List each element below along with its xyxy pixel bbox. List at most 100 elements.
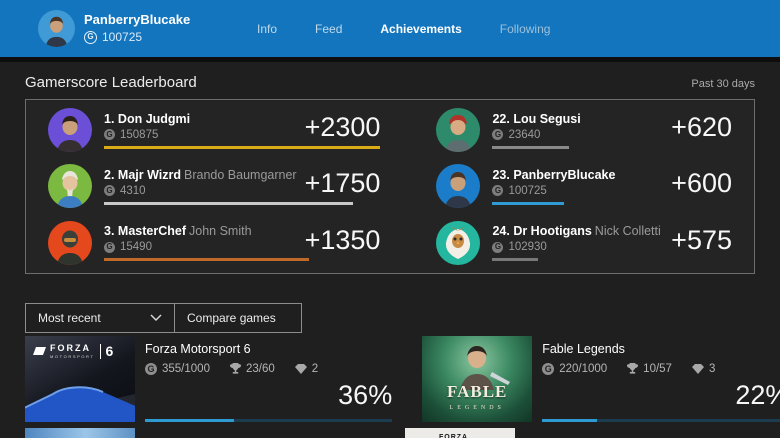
entry-body: 22. Lou Segusi G23640 +620	[492, 112, 732, 149]
gamerscore-icon: G	[104, 185, 115, 196]
entry-text: 1. Don Judgmi G 150875	[104, 112, 193, 141]
game-achievements: 23/60	[246, 363, 275, 375]
player-avatar	[48, 164, 92, 208]
entry-gain: +2300	[297, 115, 381, 141]
avatar-person-icon	[48, 221, 92, 265]
player-avatar	[48, 221, 92, 265]
game-gamerscore: 220/1000	[559, 363, 607, 375]
forza-car-art	[25, 374, 135, 422]
entry-gamertag: Majr Wizrd	[118, 168, 181, 182]
entry-gamerscore: 102930	[508, 241, 546, 253]
tab-feed[interactable]: Feed	[296, 22, 361, 36]
entry-gamerscore: 23640	[508, 129, 540, 141]
entry-rank: 2.	[104, 168, 114, 182]
avatar-person-icon	[48, 164, 92, 208]
tab-following[interactable]: Following	[481, 22, 570, 36]
game-completion-percent: 22%	[735, 383, 780, 409]
tab-info[interactable]: Info	[238, 22, 296, 36]
entry-realname: Nick Colletti	[595, 224, 661, 238]
entry-gain: +1750	[297, 171, 381, 197]
avatar-person-icon	[48, 108, 92, 152]
entry-gamerscore: 150875	[120, 129, 158, 141]
user-gamertag: PanberryBlucake	[84, 13, 190, 27]
sort-dropdown-label: Most recent	[38, 311, 101, 325]
gamerscore-icon: G	[104, 129, 115, 140]
leaderboard-entry-rank3[interactable]: 3. MasterChefJohn Smith G15490 +1350	[48, 221, 380, 265]
profile-user[interactable]: PanberryBlucake G 100725	[38, 10, 190, 47]
leaderboard-entry-rank23[interactable]: 23. PanberryBlucake G100725 +600	[436, 164, 732, 208]
game-info: Fable Legends G220/1000 10/57 3 22%	[542, 336, 780, 422]
compare-games-button[interactable]: Compare games	[174, 303, 302, 333]
entry-text: 2. Majr WizrdBrando Baumgarner G4310	[104, 168, 297, 197]
forza-flag-icon	[33, 347, 46, 355]
user-gamerscore-row: G 100725	[84, 30, 190, 44]
user-gamerscore: 100725	[102, 30, 142, 44]
entry-body: 1. Don Judgmi G 150875 +2300	[104, 112, 380, 149]
entry-text: 24. Dr HootigansNick Colletti G102930	[492, 224, 660, 253]
achievements-main: Gamerscore Leaderboard Past 30 days 1. D…	[0, 62, 780, 438]
avatar-person-icon	[436, 164, 480, 208]
player-avatar	[48, 108, 92, 152]
tab-achievements[interactable]: Achievements	[361, 22, 480, 36]
entry-rank: 3.	[104, 224, 114, 238]
games-filter-row: Most recent Compare games	[25, 303, 755, 333]
trophy-icon	[627, 363, 638, 375]
entry-gain-bar	[492, 202, 564, 205]
user-meta: PanberryBlucake G 100725	[84, 13, 190, 44]
sort-dropdown[interactable]: Most recent	[25, 303, 175, 333]
leaderboard-entry-rank24[interactable]: 24. Dr HootigansNick Colletti G102930 +5…	[436, 221, 732, 265]
entry-gamertag: PanberryBlucake	[513, 168, 615, 182]
leaderboard-entry-rank2[interactable]: 2. Majr WizrdBrando Baumgarner G4310 +17…	[48, 164, 380, 208]
game-row-fable-legends[interactable]: FABLE LEGENDS Fable Legends G220/1000 10…	[422, 336, 780, 422]
player-avatar	[436, 164, 480, 208]
forza-logo: FORZA MOTORSPORT 6	[33, 343, 113, 359]
game-tile-partial-left[interactable]	[25, 428, 135, 438]
entry-body: 2. Majr WizrdBrando Baumgarner G4310 +17…	[104, 168, 380, 205]
entry-rank: 1.	[104, 112, 114, 126]
entry-gain: +575	[663, 228, 732, 254]
profile-header: PanberryBlucake G 100725 Info Feed Achie…	[0, 0, 780, 57]
avatar-person-icon	[38, 10, 75, 47]
entry-realname: Brando Baumgarner	[184, 168, 297, 182]
game-tile-forza6: FORZA MOTORSPORT 6	[25, 336, 135, 422]
game-text: Forza Motorsport 6 G355/1000 23/60 2	[145, 342, 338, 409]
leaderboard-titlebar: Gamerscore Leaderboard Past 30 days	[25, 74, 755, 92]
entry-gamertag: Don Judgmi	[118, 112, 190, 126]
entry-text: 22. Lou Segusi G23640	[492, 112, 583, 141]
leaderboard-title: Gamerscore Leaderboard	[25, 74, 197, 92]
leaderboard-entry-rank1[interactable]: 1. Don Judgmi G 150875 +2300	[48, 108, 380, 152]
avatar-person-icon	[436, 108, 480, 152]
game-completion-percent: 36%	[338, 383, 392, 409]
entry-gain-bar	[492, 258, 538, 261]
game-title: Forza Motorsport 6	[145, 342, 338, 356]
entry-body: 3. MasterChefJohn Smith G15490 +1350	[104, 224, 380, 261]
chevron-down-icon	[150, 314, 162, 322]
game-rare-count: 3	[709, 363, 715, 375]
game-tile-partial-forza[interactable]: FORZA	[405, 428, 515, 438]
entry-gain: +1350	[297, 228, 381, 254]
game-stats: G220/1000 10/57 3	[542, 363, 735, 375]
entry-gamertag: Lou Segusi	[513, 112, 580, 126]
game-progress-fill	[145, 419, 234, 422]
leaderboard-panel: 1. Don Judgmi G150875 +2300 22. Lou Seg	[25, 99, 755, 274]
xbox-achievements-screen: PanberryBlucake G 100725 Info Feed Achie…	[0, 0, 780, 438]
entry-text: 3. MasterChefJohn Smith G15490	[104, 224, 252, 253]
tile-subtitle-text: LEGENDS	[422, 405, 532, 411]
game-tile-fable: FABLE LEGENDS	[422, 336, 532, 422]
game-achievements: 10/57	[643, 363, 672, 375]
leaderboard-period: Past 30 days	[691, 78, 755, 90]
game-row-forza-motorsport-6[interactable]: FORZA MOTORSPORT 6	[25, 336, 392, 422]
entry-gain-bar	[492, 146, 569, 149]
player-avatar	[436, 108, 480, 152]
game-progress-fill	[542, 419, 596, 422]
avatar-owl-icon	[436, 221, 480, 265]
entry-realname: John Smith	[189, 224, 252, 238]
leaderboard-entry-rank22[interactable]: 22. Lou Segusi G23640 +620	[436, 108, 732, 152]
game-gamerscore: 355/1000	[162, 363, 210, 375]
entry-gain: +620	[663, 115, 732, 141]
user-avatar	[38, 10, 75, 47]
game-title: Fable Legends	[542, 342, 735, 356]
gamerscore-icon: G	[145, 363, 157, 375]
entry-gain-bar	[104, 258, 309, 261]
profile-tabs: Info Feed Achievements Following	[238, 0, 569, 57]
